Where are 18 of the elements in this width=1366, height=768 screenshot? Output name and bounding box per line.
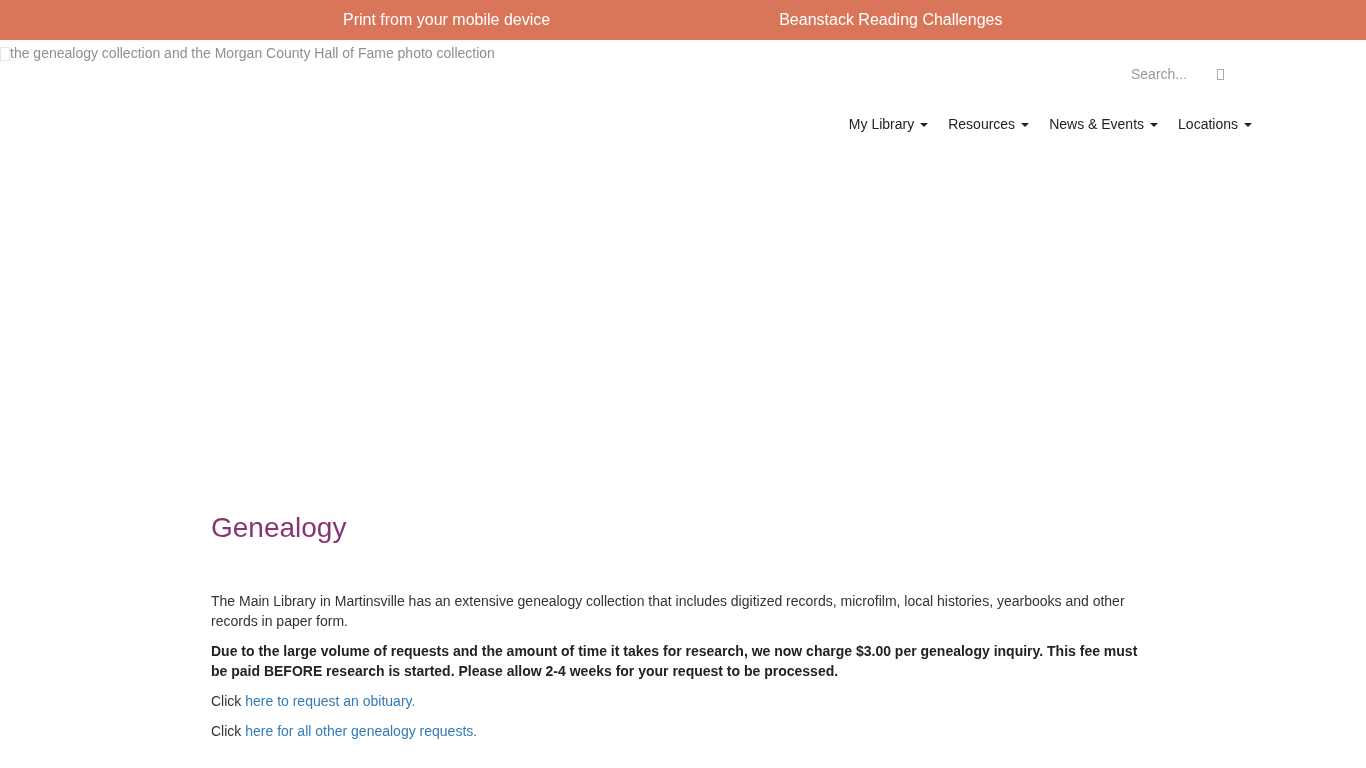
link[interactable]: here to request an obituary.: [245, 693, 416, 709]
nav-menu-item[interactable]: News & Events: [1049, 114, 1159, 135]
caret-icon: [1021, 122, 1030, 127]
image-alt-text: the genealogy collection and the Morgan County Hall of Fame photo collection: [10, 44, 495, 63]
nav-menu-item[interactable]: My Library: [848, 114, 929, 135]
nav-menu-item[interactable]: Locations: [1178, 114, 1252, 135]
caret-icon: [1244, 122, 1252, 127]
paragraph: Click here to request an obituary.: [211, 692, 417, 711]
paragraph: The Main Library in Martinsville has an extensive genealogy collection that includes digitized records, microfilm, local histories, yearbooks and other records in paper form.: [211, 592, 1126, 631]
broken-image-icon: [0, 46, 10, 61]
link[interactable]: here for all other genealogy requests.: [245, 723, 478, 739]
caret-icon: [920, 122, 929, 127]
nav-menu-item[interactable]: Resources: [948, 114, 1030, 135]
paragraph: Click here for all other genealogy requests.: [211, 722, 479, 741]
caret-icon: [1150, 122, 1159, 127]
search-field[interactable]: Search...: [1131, 64, 1201, 85]
page-title: Genealogy: [211, 511, 348, 545]
notice-paragraph: Due to the large volume of requests and the amount of time it takes for research, we now charge $3.00 per genealogy inquiry. This fee must be paid BEFORE research is started. Please allow 2-4 weeks for your request to be processed.: [211, 642, 1139, 681]
